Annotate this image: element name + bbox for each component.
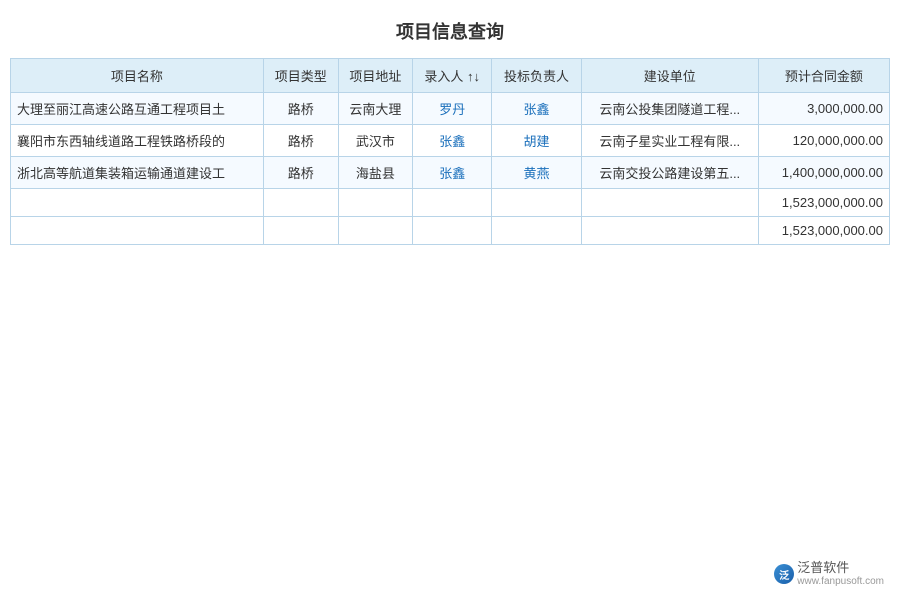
project-table: 项目名称 项目类型 项目地址 录入人 ↑↓ 投标负责人 建设单位 预计合同金额 … xyxy=(10,58,890,245)
row1-bidder[interactable]: 张鑫 xyxy=(492,93,582,125)
watermark-icon-char: 泛 xyxy=(779,567,789,582)
col-header-builder: 建设单位 xyxy=(581,59,758,93)
total-col5 xyxy=(492,217,582,245)
total-col2 xyxy=(263,217,338,245)
watermark-url: www.fanpusoft.com xyxy=(797,576,884,588)
subtotal-col5 xyxy=(492,189,582,217)
watermark-icon: 泛 xyxy=(774,564,794,584)
row3-type: 路桥 xyxy=(263,157,338,189)
row3-bidder[interactable]: 黄燕 xyxy=(492,157,582,189)
row3-recorder[interactable]: 张鑫 xyxy=(413,157,492,189)
row1-type: 路桥 xyxy=(263,93,338,125)
subtotal-col6 xyxy=(581,189,758,217)
total-col3 xyxy=(338,217,413,245)
subtotal-col2 xyxy=(263,189,338,217)
row3-name: 浙北高等航道集装箱运输通道建设工 xyxy=(11,157,264,189)
row1-builder: 云南公投集团隧道工程... xyxy=(581,93,758,125)
col-header-address: 项目地址 xyxy=(338,59,413,93)
subtotal-col4 xyxy=(413,189,492,217)
total-col6 xyxy=(581,217,758,245)
row1-name: 大理至丽江高速公路互通工程项目土 xyxy=(11,93,264,125)
subtotal-row: 1,523,000,000.00 xyxy=(11,189,890,217)
col-header-name: 项目名称 xyxy=(11,59,264,93)
table-container: 项目名称 项目类型 项目地址 录入人 ↑↓ 投标负责人 建设单位 预计合同金额 … xyxy=(0,58,900,245)
row3-address: 海盐县 xyxy=(338,157,413,189)
row1-amount: 3,000,000.00 xyxy=(758,93,889,125)
watermark: 泛 泛普软件 www.fanpusoft.com xyxy=(774,560,884,588)
col-header-bidder: 投标负责人 xyxy=(492,59,582,93)
page-title: 项目信息查询 xyxy=(0,0,900,58)
subtotal-col3 xyxy=(338,189,413,217)
total-row: 1,523,000,000.00 xyxy=(11,217,890,245)
row2-name: 襄阳市东西轴线道路工程铁路桥段的 xyxy=(11,125,264,157)
row2-recorder[interactable]: 张鑫 xyxy=(413,125,492,157)
col-header-amount: 预计合同金额 xyxy=(758,59,889,93)
watermark-name: 泛普软件 xyxy=(797,560,884,576)
col-header-type: 项目类型 xyxy=(263,59,338,93)
row3-amount: 1,400,000,000.00 xyxy=(758,157,889,189)
table-header-row: 项目名称 项目类型 项目地址 录入人 ↑↓ 投标负责人 建设单位 预计合同金额 xyxy=(11,59,890,93)
watermark-text: 泛普软件 www.fanpusoft.com xyxy=(797,560,884,588)
total-col1 xyxy=(11,217,264,245)
subtotal-amount: 1,523,000,000.00 xyxy=(758,189,889,217)
row1-recorder[interactable]: 罗丹 xyxy=(413,93,492,125)
subtotal-col1 xyxy=(11,189,264,217)
row3-builder: 云南交投公路建设第五... xyxy=(581,157,758,189)
row2-address: 武汉市 xyxy=(338,125,413,157)
total-col4 xyxy=(413,217,492,245)
watermark-logo: 泛 泛普软件 www.fanpusoft.com xyxy=(774,560,884,588)
row1-address: 云南大理 xyxy=(338,93,413,125)
row2-type: 路桥 xyxy=(263,125,338,157)
total-amount: 1,523,000,000.00 xyxy=(758,217,889,245)
table-row[interactable]: 浙北高等航道集装箱运输通道建设工 路桥 海盐县 张鑫 黄燕 云南交投公路建设第五… xyxy=(11,157,890,189)
table-row[interactable]: 襄阳市东西轴线道路工程铁路桥段的 路桥 武汉市 张鑫 胡建 云南子星实业工程有限… xyxy=(11,125,890,157)
row2-builder: 云南子星实业工程有限... xyxy=(581,125,758,157)
row2-bidder[interactable]: 胡建 xyxy=(492,125,582,157)
col-header-recorder: 录入人 ↑↓ xyxy=(413,59,492,93)
row2-amount: 120,000,000.00 xyxy=(758,125,889,157)
table-row[interactable]: 大理至丽江高速公路互通工程项目土 路桥 云南大理 罗丹 张鑫 云南公投集团隧道工… xyxy=(11,93,890,125)
